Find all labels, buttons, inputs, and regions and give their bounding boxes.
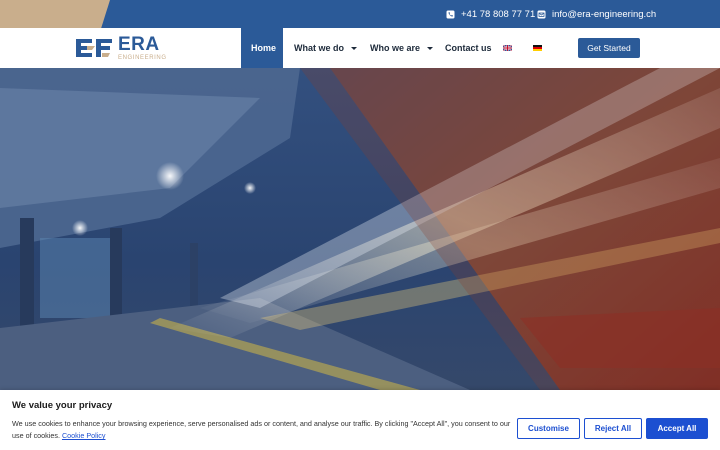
language-de[interactable] bbox=[533, 28, 563, 68]
logo[interactable]: ERA ENGINEERING bbox=[74, 35, 174, 61]
chevron-down-icon bbox=[427, 47, 434, 50]
hero-image bbox=[0, 68, 720, 390]
accept-all-button[interactable]: Accept All bbox=[646, 418, 708, 439]
nav-contact-us-label: Contact us bbox=[445, 43, 492, 53]
cookie-text: We use cookies to enhance your browsing … bbox=[12, 418, 512, 442]
envelope-icon bbox=[537, 10, 546, 19]
phone-contact[interactable]: +41 78 808 77 71 bbox=[446, 7, 535, 21]
get-started-button[interactable]: Get Started bbox=[578, 38, 640, 58]
train-station-image bbox=[0, 68, 720, 390]
nav-what-we-do[interactable]: What we do bbox=[283, 28, 359, 68]
topbar-accent bbox=[0, 0, 110, 28]
de-flag-icon bbox=[533, 45, 542, 51]
phone-icon bbox=[446, 10, 455, 19]
nav-home[interactable]: Home bbox=[241, 28, 283, 68]
cookie-banner: We value your privacy We use cookies to … bbox=[0, 390, 720, 450]
nav-what-we-do-label: What we do bbox=[294, 43, 344, 53]
nav-who-we-are-label: Who we are bbox=[370, 43, 421, 53]
language-en[interactable] bbox=[498, 28, 533, 68]
customise-button[interactable]: Customise bbox=[517, 418, 580, 439]
nav-home-label: Home bbox=[251, 43, 277, 53]
main-nav: Home What we do Who we are Contact us bbox=[241, 28, 563, 68]
nav-contact-us[interactable]: Contact us bbox=[435, 28, 498, 68]
reject-all-button[interactable]: Reject All bbox=[584, 418, 642, 439]
logo-tagline: ENGINEERING bbox=[118, 55, 167, 61]
site-header: ERA ENGINEERING Home What we do Who we a… bbox=[0, 28, 720, 68]
phone-number: +41 78 808 77 71 bbox=[461, 8, 536, 20]
chevron-down-icon bbox=[351, 47, 357, 50]
top-bar: +41 78 808 77 71 info@era-engineering.ch bbox=[0, 0, 720, 28]
logo-name: ERA bbox=[118, 34, 160, 55]
email-contact[interactable]: info@era-engineering.ch bbox=[537, 7, 656, 21]
cookie-title: We value your privacy bbox=[12, 400, 113, 411]
en-flag-icon bbox=[503, 45, 512, 51]
nav-who-we-are[interactable]: Who we are bbox=[359, 28, 435, 68]
logo-mark-icon bbox=[76, 39, 112, 57]
email-address: info@era-engineering.ch bbox=[552, 8, 657, 20]
cookie-policy-link[interactable]: Cookie Policy bbox=[62, 431, 106, 440]
